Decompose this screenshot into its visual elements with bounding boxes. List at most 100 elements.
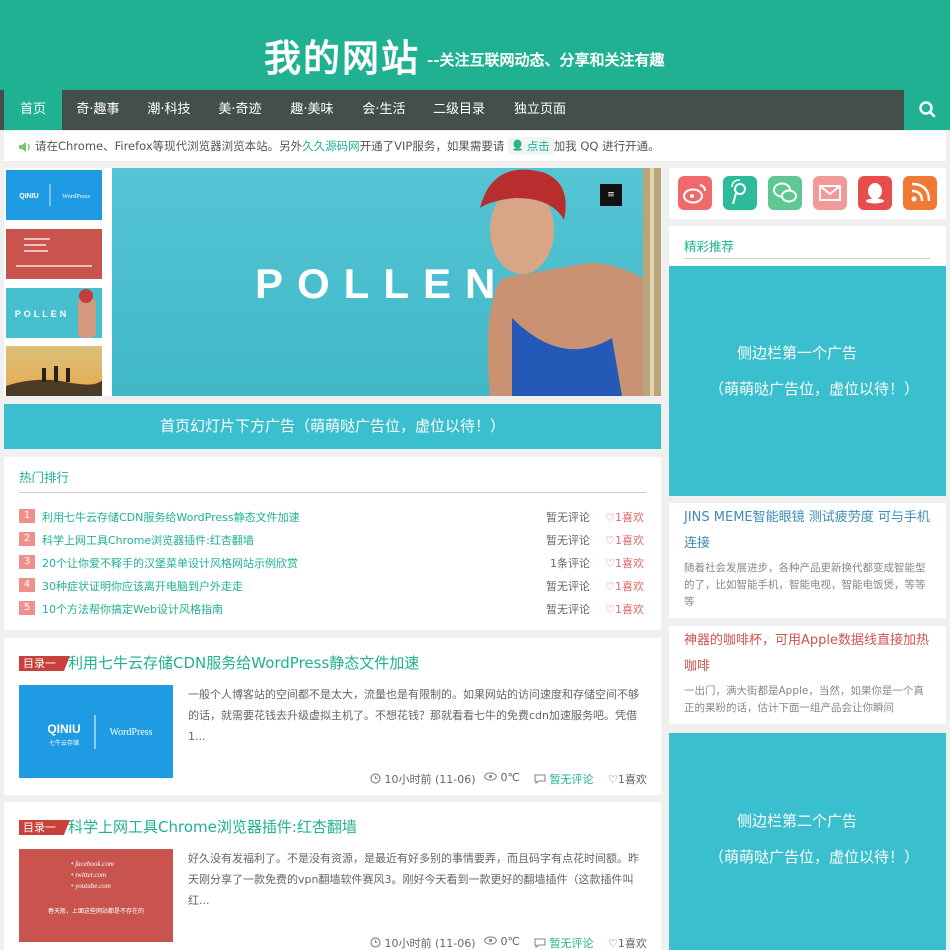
hot-item-likes-count: 1喜欢 [615,511,644,524]
hot-item-comments[interactable]: 1条评论 [550,555,590,571]
post-excerpt: 一般个人博客站的空间都不是太大，流量也是有限制的。如果网站的访问速度和存储空间不… [188,688,639,743]
post-comments[interactable]: 暂无评论 [534,771,594,787]
post-thumbnail[interactable]: • facebook.com • twitter.com • youtube.c… [19,849,173,942]
wechat-icon[interactable] [768,176,802,210]
hot-item-likes[interactable]: ♡1喜欢 [605,555,644,571]
rank-badge: 1 [19,509,35,523]
nav-item-huishenghuo[interactable]: 会·生活 [348,90,420,130]
slider: QINIU WordPress POLLEN POLLEN ≡ [4,168,661,396]
hot-item-likes[interactable]: ♡1喜欢 [605,509,644,525]
slider-thumb-fanqiang[interactable] [6,229,102,279]
img-line: • facebook.com [71,860,114,868]
post-comments[interactable]: 暂无评论 [534,935,594,950]
category-tag[interactable]: 目录一 [19,656,70,671]
sidebar-ad-1-line1: 侧边栏第一个广告 [737,344,858,362]
post-meta: 10小时前 (11-06) 0℃ 暂无评论 ♡1喜欢 [4,935,647,950]
post-excerpt: 好久没有发福利了。不是没有资源，是最近有好多别的事情要弄，而且码字有点花时间额。… [188,852,639,907]
nav-item-meiqiji[interactable]: 美·奇迹 [204,90,276,130]
post-card: 目录一 科学上网工具Chrome浏览器插件:红杏翻墙 • facebook.co… [4,802,661,950]
post-views-text: 0℃ [500,771,520,784]
ad-below-slider[interactable]: 首页幻灯片下方广告（萌萌哒广告位，虚位以待！） [4,404,661,449]
speaker-icon [19,141,30,152]
post-likes[interactable]: ♡1喜欢 [608,771,647,787]
notice-bar: 请在Chrome、Firefox等现代浏览器浏览本站。另外久久源码网开通了VIP… [4,131,946,161]
hot-item-link[interactable]: 20个让你爱不释手的汉堡菜单设计风格网站示例欣赏 [42,555,298,571]
post-card: 目录一 利用七牛云存储CDN服务给WordPress静态文件加速 QINIU 七… [4,638,661,795]
main-nav: 首页 奇·趣事 潮·科技 美·奇迹 趣·美味 会·生活 二级目录 独立页面 [0,90,950,130]
divider [684,258,930,259]
sidebar-post-excerpt: 一出门，满大街都是Apple，当然，如果你是一个真正的果粉的话，估计下面一组产品… [684,685,924,714]
post-title[interactable]: 利用七牛云存储CDN服务给WordPress静态文件加速 [68,652,419,673]
hot-item: 4 30种症状证明你应该离开电脑到户外走走 暂无评论 ♡1喜欢 [19,577,646,595]
tencent-weibo-icon[interactable] [723,176,757,210]
rank-badge: 2 [19,532,35,546]
qq-icon [513,139,523,151]
post-time: 10小时前 (11-06) [370,935,476,950]
hot-item-link[interactable]: 利用七牛云存储CDN服务给WordPress静态文件加速 [42,509,300,525]
nav-item-secondary[interactable]: 二级目录 [420,90,498,130]
sidebar-ad-1[interactable]: 侧边栏第一个广告 （萌萌哒广告位，虚位以待！） [669,266,946,496]
img-line: • twitter.com [71,871,106,879]
hot-item-link[interactable]: 科学上网工具Chrome浏览器插件:红杏翻墙 [42,532,254,548]
hot-item: 1 利用七牛云存储CDN服务给WordPress静态文件加速 暂无评论 ♡1喜欢 [19,508,646,526]
img-line: • youtube.com [71,882,111,890]
thumb-wp-text: WordPress [62,193,90,200]
post-time: 10小时前 (11-06) [370,771,476,787]
post-likes-text: 1喜欢 [617,937,647,950]
rss-icon[interactable] [903,176,937,210]
weibo-icon[interactable] [678,176,712,210]
menu-icon[interactable]: ≡ [600,184,622,206]
nav-item-qiqushi[interactable]: 奇·趣事 [62,90,134,130]
sidebar-ad-2[interactable]: 侧边栏第二个广告 （萌萌哒广告位，虚位以待！） [669,733,946,950]
email-icon[interactable] [813,176,847,210]
hot-item-likes[interactable]: ♡1喜欢 [605,601,644,617]
wordpress-logo-text: WordPress [109,727,152,738]
hot-item-comments[interactable]: 暂无评论 [546,578,590,594]
hot-item: 2 科学上网工具Chrome浏览器插件:红杏翻墙 暂无评论 ♡1喜欢 [19,531,646,549]
comment-icon [534,938,546,949]
nav-item-home[interactable]: 首页 [4,90,62,130]
qq-click-button[interactable]: 点击 [508,137,554,155]
hot-item-link[interactable]: 30种症状证明你应该离开电脑到户外走走 [42,578,243,594]
img-caption: 春天般，上面这些网站都是不存在的 [48,907,144,915]
sidebar-ad-2-line2: （萌萌哒广告位，虚位以待！） [709,848,920,866]
nav-item-standalone-page[interactable]: 独立页面 [498,90,582,130]
sidebar-ad-2-line1: 侧边栏第二个广告 [737,812,858,830]
notice-link[interactable]: 久久源码网 [302,139,360,153]
hot-item-likes[interactable]: ♡1喜欢 [605,532,644,548]
nav-item-qumeiwei[interactable]: 趣·美味 [276,90,348,130]
pollen-thumb-graphic: POLLEN [15,289,96,338]
hot-item-likes[interactable]: ♡1喜欢 [605,578,644,594]
post-likes[interactable]: ♡1喜欢 [608,935,647,950]
hot-item-link[interactable]: 10个方法帮你搞定Web设计风格指南 [42,601,223,617]
notice-text-3: 加我 QQ 进行开通。 [553,139,660,153]
qq-icon[interactable] [858,176,892,210]
qiniu-logo-graphic: QINIU 七牛云存储 WordPress [47,715,153,749]
post-time-text: 10小时前 (11-06) [384,773,476,786]
hikers-thumb-graphic [6,346,102,396]
hot-item-comments[interactable]: 暂无评论 [546,601,590,617]
site-title[interactable]: 我的网站 [264,28,420,82]
slider-thumb-qiniu[interactable]: QINIU WordPress [6,170,102,220]
slider-thumb-pollen[interactable]: POLLEN [6,288,102,338]
search-button[interactable] [904,90,950,130]
comment-icon [534,774,546,785]
category-tag[interactable]: 目录一 [19,820,70,835]
nav-item-chaokeji[interactable]: 潮·科技 [134,90,204,130]
hot-item: 3 20个让你爱不释手的汉堡菜单设计风格网站示例欣赏 1条评论 ♡1喜欢 [19,554,646,572]
sidebar-post-title[interactable]: JINS MEME智能眼镜 测试疲劳度 可与手机连接 [684,505,934,557]
post-title[interactable]: 科学上网工具Chrome浏览器插件:红杏翻墙 [68,816,357,837]
eye-icon [484,936,497,945]
qq-click-label: 点击 [526,139,550,153]
post-likes-text: 1喜欢 [617,773,647,786]
hot-item-likes-count: 1喜欢 [615,603,644,616]
post-thumbnail[interactable]: QINIU 七牛云存储 WordPress [19,685,173,778]
fanqiang-graphic: • facebook.com • twitter.com • youtube.c… [48,860,144,915]
slider-thumb-hikers[interactable] [6,346,102,396]
slider-main-image[interactable]: POLLEN ≡ [112,168,661,396]
rank-badge: 5 [19,601,35,615]
hot-item-comments[interactable]: 暂无评论 [546,532,590,548]
sidebar-post-title[interactable]: 神器的咖啡杯，可用Apple数据线直接加热咖啡 [684,628,934,680]
sidebar-post: 神器的咖啡杯，可用Apple数据线直接加热咖啡 一出门，满大街都是Apple，当… [669,626,946,724]
hot-item-comments[interactable]: 暂无评论 [546,509,590,525]
